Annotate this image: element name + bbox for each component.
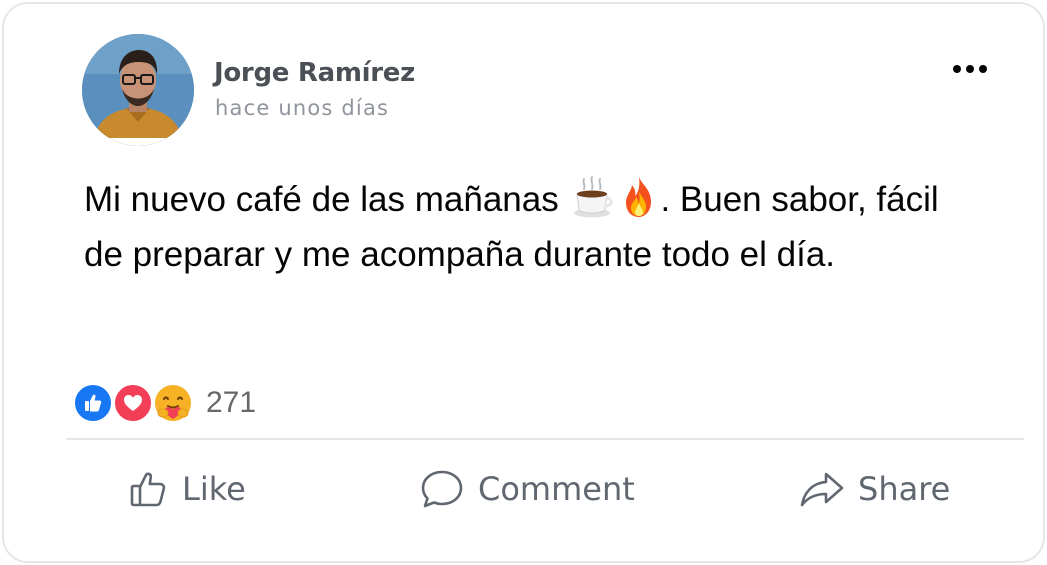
comment-bubble-icon [421,470,463,508]
more-dot-icon [979,65,987,73]
post-text-part1: Mi nuevo café de las mañanas [84,180,569,219]
share-button[interactable]: Share [798,466,950,512]
reactions-summary[interactable]: 271 [72,382,256,424]
fire-icon [618,175,660,219]
share-arrow-icon [800,472,844,507]
reaction-icons [72,382,196,424]
post-timestamp[interactable]: hace unos días [215,96,389,120]
post-text: Mi nuevo café de las mañanas . Buen sabo… [84,172,964,282]
more-dot-icon [953,65,961,73]
love-icon [112,382,154,424]
like-icon [72,382,114,424]
coffee-icon [572,175,614,219]
care-icon [152,382,194,424]
thumbs-up-icon [130,472,166,507]
post-card: Jorge Ramírez hace unos días Mi nuevo ca… [2,2,1045,563]
action-divider [66,438,1024,440]
comment-button[interactable]: Comment [418,466,635,512]
comment-label: Comment [478,470,635,508]
more-options-button[interactable] [942,56,998,82]
reaction-count[interactable]: 271 [206,386,256,420]
like-button[interactable]: Like [128,466,246,512]
author-name[interactable]: Jorge Ramírez [214,58,415,88]
like-label: Like [182,470,246,508]
more-dot-icon [966,65,974,73]
avatar-image [82,34,194,146]
avatar[interactable] [82,34,194,146]
share-label: Share [858,470,951,508]
